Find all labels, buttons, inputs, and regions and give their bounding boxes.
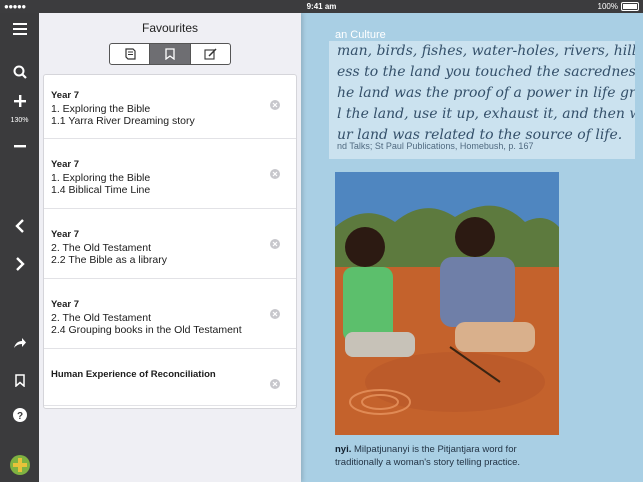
list-item[interactable]: Year 7 2. The Old Testament 2.2 The Bibl… xyxy=(44,209,296,279)
chapter-title: an Culture xyxy=(335,29,386,41)
item-section: 2.2 The Bible as a library xyxy=(51,254,167,266)
list-item[interactable]: Year 7 1. Exploring the Bible 1.1 Yarra … xyxy=(44,75,296,139)
item-year: Human Experience of Reconciliation xyxy=(51,369,216,380)
quote-line: l the land, use it up, exhaust it, and t… xyxy=(337,106,635,122)
svg-text:?: ? xyxy=(16,411,22,422)
caption-text: Milpatjunanyi is the Pitjantjara word fo… xyxy=(351,444,517,455)
status-bar: ●●●●● 9:41 am 100% xyxy=(0,0,643,13)
favourites-list: Year 7 1. Exploring the Bible 1.1 Yarra … xyxy=(43,74,297,409)
item-chapter: 1. Exploring the Bible xyxy=(51,102,151,115)
status-time: 9:41 am xyxy=(306,2,337,11)
item-year: Year 7 xyxy=(51,299,79,310)
favourites-tab-control xyxy=(109,43,231,65)
item-chapter: 2. The Old Testament xyxy=(51,241,152,254)
book-icon xyxy=(125,48,136,60)
caption-bold: nyi. xyxy=(335,444,352,455)
tab-notes[interactable] xyxy=(191,44,230,64)
quote-source: nd Talks; St Paul Publications, Homebush… xyxy=(337,141,534,151)
next-page-icon[interactable] xyxy=(0,257,39,271)
photo-caption: nyi. Milpatjunanyi is the Pitjantjara wo… xyxy=(335,443,595,469)
item-year: Year 7 xyxy=(51,90,79,101)
menu-icon[interactable] xyxy=(0,23,39,35)
share-icon[interactable] xyxy=(0,337,39,349)
photo-women-sand-story xyxy=(335,172,559,435)
battery-icon xyxy=(621,2,639,11)
left-toolbar: 130% ? xyxy=(0,13,39,482)
remove-icon[interactable] xyxy=(270,100,280,110)
list-item[interactable]: Year 7 1. Exploring the Bible 1.4 Biblic… xyxy=(44,139,296,209)
caption-line2: traditionally a woman's story telling pr… xyxy=(335,457,521,468)
tab-books[interactable] xyxy=(110,44,151,64)
item-year: Year 7 xyxy=(51,229,79,240)
favourites-panel: Favourites Year 7 1. Exploring the Bible… xyxy=(39,13,301,482)
item-section: 1.1 Yarra River Dreaming story xyxy=(51,115,195,127)
remove-icon[interactable] xyxy=(270,379,280,389)
item-chapter: 2. The Old Testament xyxy=(51,311,152,324)
list-item[interactable]: Human Experience of Reconciliation xyxy=(44,349,296,406)
panel-title: Favourites xyxy=(141,21,199,35)
remove-icon[interactable] xyxy=(270,239,280,249)
zoom-level: 130% xyxy=(10,117,29,124)
previous-page-icon[interactable] xyxy=(0,219,39,233)
app-logo-icon[interactable] xyxy=(0,455,39,475)
quote-line: man, birds, fishes, water-holes, rivers,… xyxy=(337,43,635,59)
zoom-out-icon[interactable] xyxy=(0,145,39,149)
battery-indicator: 100% xyxy=(598,2,639,11)
quote-box: man, birds, fishes, water-holes, rivers,… xyxy=(329,41,635,159)
item-section: 2.4 Grouping books in the Old Testament xyxy=(51,324,242,336)
item-section: 1.4 Biblical Time Line xyxy=(51,184,151,196)
item-year: Year 7 xyxy=(51,159,79,170)
remove-icon[interactable] xyxy=(270,309,280,319)
bookmark-icon xyxy=(165,48,175,60)
quote-line: ess to the land you touched the sacredne… xyxy=(337,64,635,80)
tab-bookmarks[interactable] xyxy=(150,44,191,64)
list-item[interactable]: Year 7 2. The Old Testament 2.4 Grouping… xyxy=(44,279,296,349)
quote-line: he land was the proof of a power in life… xyxy=(337,85,635,101)
battery-percent: 100% xyxy=(597,2,618,11)
search-icon[interactable] xyxy=(0,65,39,79)
remove-icon[interactable] xyxy=(270,169,280,179)
bookmark-icon[interactable] xyxy=(0,374,39,387)
help-icon[interactable]: ? xyxy=(0,408,39,422)
note-edit-icon xyxy=(204,48,217,60)
item-chapter: 1. Exploring the Bible xyxy=(51,171,151,184)
zoom-in-icon[interactable] xyxy=(0,95,39,107)
